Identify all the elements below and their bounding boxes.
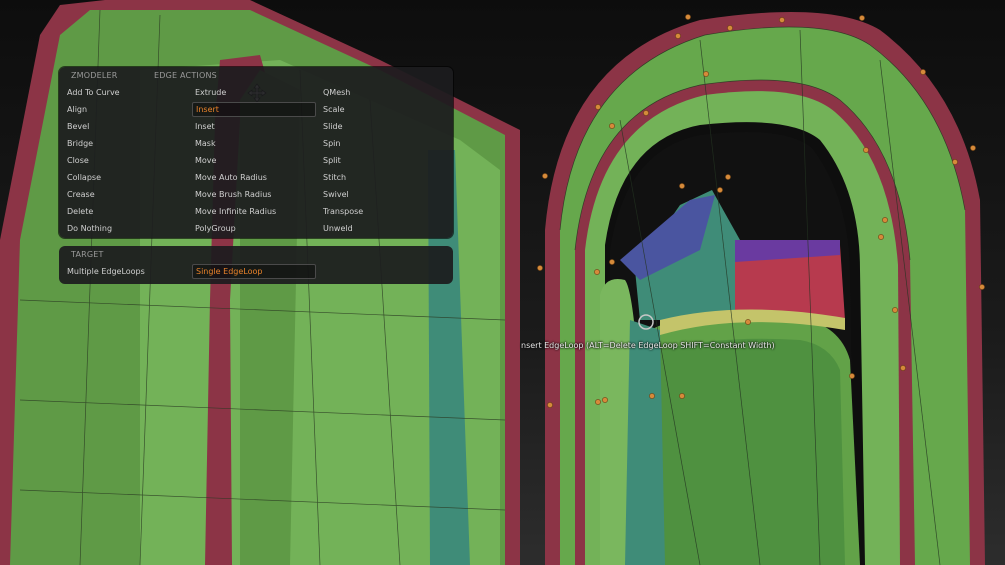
action-move-brush-radius[interactable]: Move Brush Radius <box>192 187 316 202</box>
zmodeler-edge-actions-panel: ZMODELER EDGE ACTIONS Add To Curve Align… <box>59 67 453 238</box>
action-align[interactable]: Align <box>64 102 188 117</box>
action-do-nothing[interactable]: Do Nothing <box>64 221 188 236</box>
action-crease[interactable]: Crease <box>64 187 188 202</box>
action-bridge[interactable]: Bridge <box>64 136 188 151</box>
action-close[interactable]: Close <box>64 153 188 168</box>
target-panel: TARGET Multiple EdgeLoops Single EdgeLoo… <box>59 246 453 284</box>
action-transpose[interactable]: Transpose <box>320 204 444 219</box>
action-polygroup[interactable]: PolyGroup <box>192 221 316 236</box>
action-slide[interactable]: Slide <box>320 119 444 134</box>
action-split[interactable]: Split <box>320 153 444 168</box>
action-insert[interactable]: Insert <box>192 102 316 117</box>
action-add-to-curve[interactable]: Add To Curve <box>64 85 188 100</box>
target-multiple-edgeloops[interactable]: Multiple EdgeLoops <box>64 264 188 279</box>
action-collapse[interactable]: Collapse <box>64 170 188 185</box>
action-move[interactable]: Move <box>192 153 316 168</box>
action-scale[interactable]: Scale <box>320 102 444 117</box>
action-qmesh[interactable]: QMesh <box>320 85 444 100</box>
action-extrude[interactable]: Extrude <box>192 85 316 100</box>
action-inset[interactable]: Inset <box>192 119 316 134</box>
zmodeler-title: ZMODELER <box>71 71 118 80</box>
action-mask[interactable]: Mask <box>192 136 316 151</box>
action-tooltip: nsert EdgeLoop (ALT=Delete EdgeLoop SHIF… <box>521 341 775 350</box>
action-move-auto-radius[interactable]: Move Auto Radius <box>192 170 316 185</box>
right-model <box>537 12 985 565</box>
action-swivel[interactable]: Swivel <box>320 187 444 202</box>
action-delete[interactable]: Delete <box>64 204 188 219</box>
target-title: TARGET <box>71 250 104 259</box>
action-stitch[interactable]: Stitch <box>320 170 444 185</box>
target-single-edgeloop[interactable]: Single EdgeLoop <box>192 264 316 279</box>
action-unweld[interactable]: Unweld <box>320 221 444 236</box>
action-bevel[interactable]: Bevel <box>64 119 188 134</box>
action-move-infinite-radius[interactable]: Move Infinite Radius <box>192 204 316 219</box>
edge-actions-title: EDGE ACTIONS <box>154 71 217 80</box>
action-spin[interactable]: Spin <box>320 136 444 151</box>
